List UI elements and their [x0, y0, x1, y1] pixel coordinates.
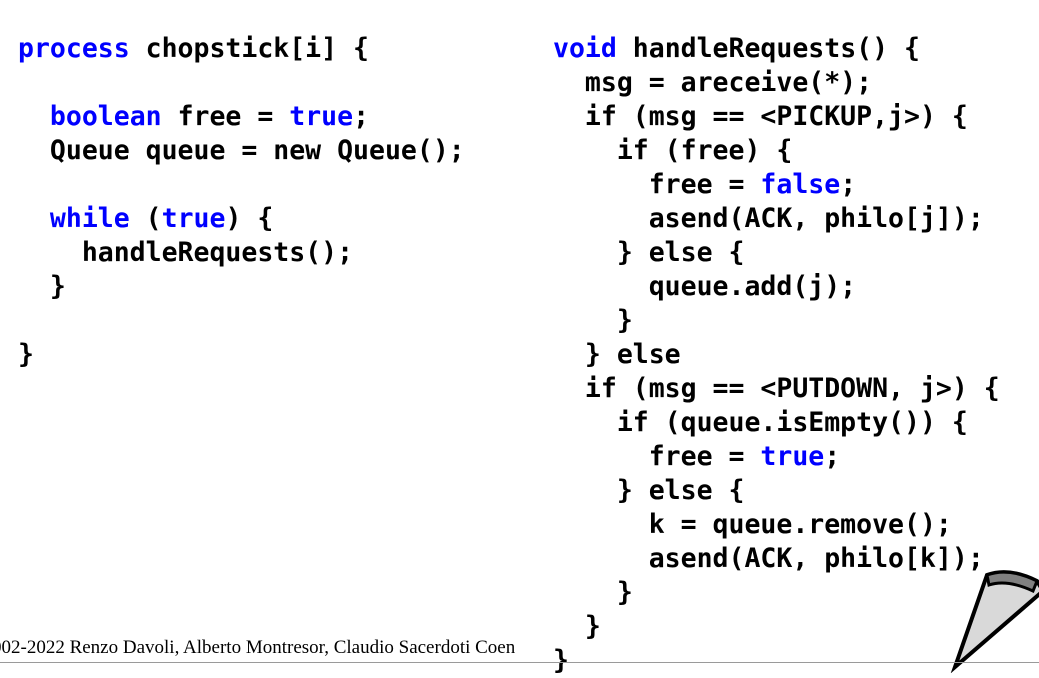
code-keyword: true: [760, 440, 825, 472]
code-text: } else {: [553, 236, 745, 268]
code-line: void handleRequests() {: [553, 33, 920, 64]
code-text: } else: [553, 338, 681, 370]
code-keyword: boolean: [49, 100, 162, 132]
code-line: free = true;: [553, 440, 841, 472]
code-line: while (true) {: [18, 203, 273, 234]
code-line: msg = areceive(*);: [553, 67, 872, 98]
code-text: (: [129, 202, 162, 234]
code-line: k = queue.remove();: [553, 509, 952, 540]
code-text: queue.add(j);: [553, 270, 857, 302]
code-text: k = queue.remove();: [553, 508, 952, 540]
code-text: }: [553, 610, 601, 642]
code-line: }: [553, 577, 633, 608]
code-keyword: while: [49, 202, 130, 234]
code-line: } else: [553, 339, 681, 370]
code-text: ;: [353, 100, 370, 132]
code-line: if (msg == <PICKUP,j>) {: [553, 101, 968, 132]
code-text: asend(ACK, philo[k]);: [553, 542, 984, 574]
slide-canvas: process chopstick[i] { boolean free = tr…: [0, 0, 1039, 676]
code-block-handle-requests: void handleRequests() { msg = areceive(*…: [553, 32, 1000, 678]
code-text: if (queue.isEmpty()) {: [553, 406, 968, 438]
code-text: ;: [824, 440, 841, 472]
code-text: free =: [553, 440, 761, 472]
code-text: if (msg == <PUTDOWN, j>) {: [553, 372, 1000, 404]
code-text: if (free) {: [553, 134, 793, 166]
code-line: }: [553, 611, 601, 642]
code-text: ) {: [225, 202, 274, 234]
code-line: handleRequests();: [18, 237, 353, 268]
code-text: free =: [161, 100, 290, 132]
code-line: boolean free = true;: [18, 101, 369, 132]
code-line: if (msg == <PUTDOWN, j>) {: [553, 373, 1000, 404]
code-text: handleRequests();: [18, 236, 354, 268]
footer-divider: [0, 662, 1039, 663]
code-text: }: [18, 270, 66, 302]
code-line: Queue queue = new Queue();: [18, 135, 465, 166]
code-text: free =: [553, 168, 761, 200]
code-text: handleRequests() {: [616, 32, 920, 64]
code-text: } else {: [553, 474, 745, 506]
footer-copyright: 002-2022 Renzo Davoli, Alberto Montresor…: [0, 637, 516, 658]
code-line: }: [553, 305, 633, 336]
code-line: if (free) {: [553, 134, 793, 166]
code-text: asend(ACK, philo[j]);: [553, 202, 984, 234]
code-text: }: [553, 304, 633, 336]
code-text: Queue queue = new Queue();: [18, 134, 465, 166]
code-line: free = false;: [553, 169, 856, 200]
code-line: } else {: [553, 474, 745, 506]
code-text: chopstick[i] {: [129, 32, 370, 64]
code-keyword: true: [161, 202, 226, 234]
code-text: if (msg == <PICKUP,j>) {: [553, 100, 968, 132]
code-text: msg = areceive(*);: [553, 66, 873, 98]
code-line: asend(ACK, philo[k]);: [553, 543, 984, 574]
code-keyword: void: [553, 32, 617, 64]
code-line: queue.add(j);: [553, 271, 856, 302]
code-line: }: [18, 271, 66, 302]
code-block-chopstick: process chopstick[i] { boolean free = tr…: [18, 32, 465, 372]
code-line: process chopstick[i] {: [18, 33, 369, 64]
code-text: }: [18, 338, 34, 370]
code-text: ;: [840, 168, 857, 200]
code-keyword: true: [289, 100, 354, 132]
code-line: asend(ACK, philo[j]);: [553, 203, 984, 234]
code-line: }: [18, 339, 34, 370]
code-keyword: false: [760, 168, 841, 200]
code-text: }: [553, 576, 633, 608]
code-line: if (queue.isEmpty()) {: [553, 407, 968, 438]
code-line: } else {: [553, 236, 745, 268]
code-keyword: process: [18, 32, 130, 64]
